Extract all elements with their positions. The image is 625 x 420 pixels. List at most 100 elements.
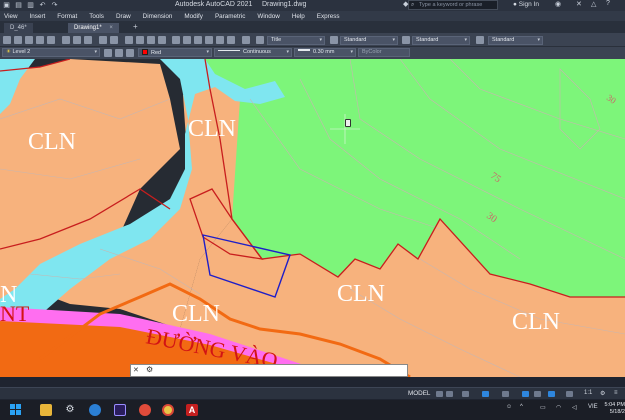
properties-icon[interactable]: [172, 36, 180, 44]
redo-toolbar-icon[interactable]: [110, 36, 118, 44]
tab-drawing1[interactable]: Drawing1* ×: [68, 23, 119, 33]
premiere-icon[interactable]: [114, 404, 126, 416]
calculator-icon[interactable]: [227, 36, 235, 44]
chrome-icon[interactable]: [162, 404, 174, 416]
coccoc-icon[interactable]: [139, 404, 151, 416]
clock[interactable]: 5:04 PM 5/18/2: [600, 402, 625, 416]
exchange-icon[interactable]: ✕: [576, 0, 582, 8]
app-title: Autodesk AutoCAD 2021: [175, 1, 253, 8]
print-icon[interactable]: ▥: [26, 1, 35, 10]
linetype-select[interactable]: Continuous ▾: [214, 48, 292, 57]
new-icon[interactable]: [3, 36, 11, 44]
search-input[interactable]: Type a keyword or phrase: [419, 2, 482, 8]
pan-icon[interactable]: [125, 36, 133, 44]
menu-dimension[interactable]: Dimension: [143, 13, 173, 20]
volume-icon[interactable]: ◁: [572, 404, 577, 411]
text-style-icon[interactable]: [256, 36, 264, 44]
layer-select[interactable]: ☀ Level 2 ▾: [2, 48, 100, 57]
annotation-icon[interactable]: [566, 391, 573, 397]
network-icon[interactable]: ◠: [556, 404, 561, 411]
tool-palettes-icon[interactable]: [194, 36, 202, 44]
close-icon[interactable]: ✕: [133, 366, 139, 374]
cart-icon[interactable]: ◉: [555, 0, 561, 8]
dim-style-select[interactable]: Standard ▾: [340, 36, 398, 45]
text-style-select[interactable]: Title ▾: [267, 36, 325, 45]
table-style-select[interactable]: Standard ▾: [412, 36, 470, 45]
multileader-style-select[interactable]: Standard ▾: [488, 36, 543, 45]
settings-icon[interactable]: ⚙: [64, 404, 76, 416]
windows-start-icon[interactable]: [10, 404, 22, 416]
sheet-set-icon[interactable]: [205, 36, 213, 44]
grid-icon[interactable]: [436, 391, 443, 397]
paste-icon[interactable]: [84, 36, 92, 44]
layer-match-icon[interactable]: [126, 49, 134, 57]
snap-icon[interactable]: [446, 391, 453, 397]
zoom-previous-icon[interactable]: [158, 36, 166, 44]
layer-state-icon: ☀: [6, 49, 11, 55]
people-icon[interactable]: ☺: [506, 404, 512, 410]
infer-icon[interactable]: [462, 391, 469, 397]
stay-connected-icon[interactable]: △: [591, 0, 596, 8]
zoom-window-icon[interactable]: [147, 36, 155, 44]
lineweight-toggle-icon[interactable]: [548, 391, 555, 397]
file-explorer-icon[interactable]: [40, 404, 52, 416]
plot-style-value: ByColor: [362, 49, 382, 55]
design-center-icon[interactable]: [183, 36, 191, 44]
undo-icon[interactable]: ↶: [38, 1, 47, 10]
menu-draw[interactable]: Draw: [116, 13, 131, 20]
menu-icon[interactable]: ≡: [614, 390, 618, 396]
autocad-icon[interactable]: A: [186, 404, 198, 416]
copy-icon[interactable]: [73, 36, 81, 44]
menu-help[interactable]: Help: [292, 13, 305, 20]
help-toolbar-icon[interactable]: [242, 36, 250, 44]
polar-icon[interactable]: [502, 391, 509, 397]
menu-window[interactable]: Window: [257, 13, 279, 20]
lineweight-select[interactable]: 0.30 mm ▾: [294, 48, 356, 57]
language-indicator[interactable]: VIE: [588, 404, 598, 410]
preview-icon[interactable]: [47, 36, 55, 44]
search-box[interactable]: ⌕ Type a keyword or phrase: [408, 0, 498, 10]
open-file-icon[interactable]: [14, 36, 22, 44]
cut-icon[interactable]: [62, 36, 70, 44]
menu-express[interactable]: Express: [317, 13, 340, 20]
binoculars-icon[interactable]: ◆: [403, 0, 408, 8]
osnap-icon[interactable]: [522, 391, 529, 397]
menu-parametric[interactable]: Parametric: [215, 13, 245, 20]
ortho-icon[interactable]: [482, 391, 489, 397]
dim-style-icon[interactable]: [330, 36, 338, 44]
plot-icon[interactable]: [36, 36, 44, 44]
markup-icon[interactable]: [216, 36, 224, 44]
zoom-icon[interactable]: [136, 36, 144, 44]
menu-modify[interactable]: Modify: [184, 13, 203, 20]
new-tab-icon[interactable]: +: [133, 22, 138, 31]
menu-tools[interactable]: Tools: [89, 13, 104, 20]
undo-toolbar-icon[interactable]: [99, 36, 107, 44]
chevron-up-icon[interactable]: ^: [520, 404, 523, 410]
command-line[interactable]: ✕ ⚙: [130, 364, 408, 377]
close-icon[interactable]: ×: [109, 25, 113, 31]
model-space-button[interactable]: MODEL: [408, 390, 430, 397]
save-icon[interactable]: ▤: [14, 1, 23, 10]
gear-icon[interactable]: ⚙: [600, 390, 605, 397]
otrack-icon[interactable]: [534, 391, 541, 397]
menu-insert[interactable]: Insert: [30, 13, 46, 20]
tab-d46[interactable]: D_46*: [4, 23, 33, 33]
open-icon[interactable]: ▣: [2, 1, 11, 10]
save-file-icon[interactable]: [25, 36, 33, 44]
help-icon[interactable]: ?: [606, 0, 610, 7]
wrench-icon[interactable]: ⚙: [146, 365, 153, 374]
annotation-scale[interactable]: 1:1: [584, 390, 592, 396]
color-select[interactable]: Red ▾: [138, 48, 212, 57]
drawing-canvas[interactable]: CLN CLN CLN CLN CLN N NT ĐƯỜNG VÀO 75 30…: [0, 59, 625, 377]
sign-in-button[interactable]: ● Sign In: [513, 1, 539, 8]
table-style-icon[interactable]: [402, 36, 410, 44]
multileader-style-icon[interactable]: [476, 36, 484, 44]
redo-icon[interactable]: ↷: [50, 1, 59, 10]
plot-style-select[interactable]: ByColor: [358, 48, 410, 57]
drawing-svg[interactable]: CLN CLN CLN CLN CLN N NT ĐƯỜNG VÀO 75 30…: [0, 59, 625, 377]
layer-previous-icon[interactable]: [115, 49, 123, 57]
make-current-icon[interactable]: [104, 49, 112, 57]
menu-format[interactable]: Format: [57, 13, 77, 20]
menu-view[interactable]: View: [4, 13, 18, 20]
edge-icon[interactable]: [89, 404, 101, 416]
